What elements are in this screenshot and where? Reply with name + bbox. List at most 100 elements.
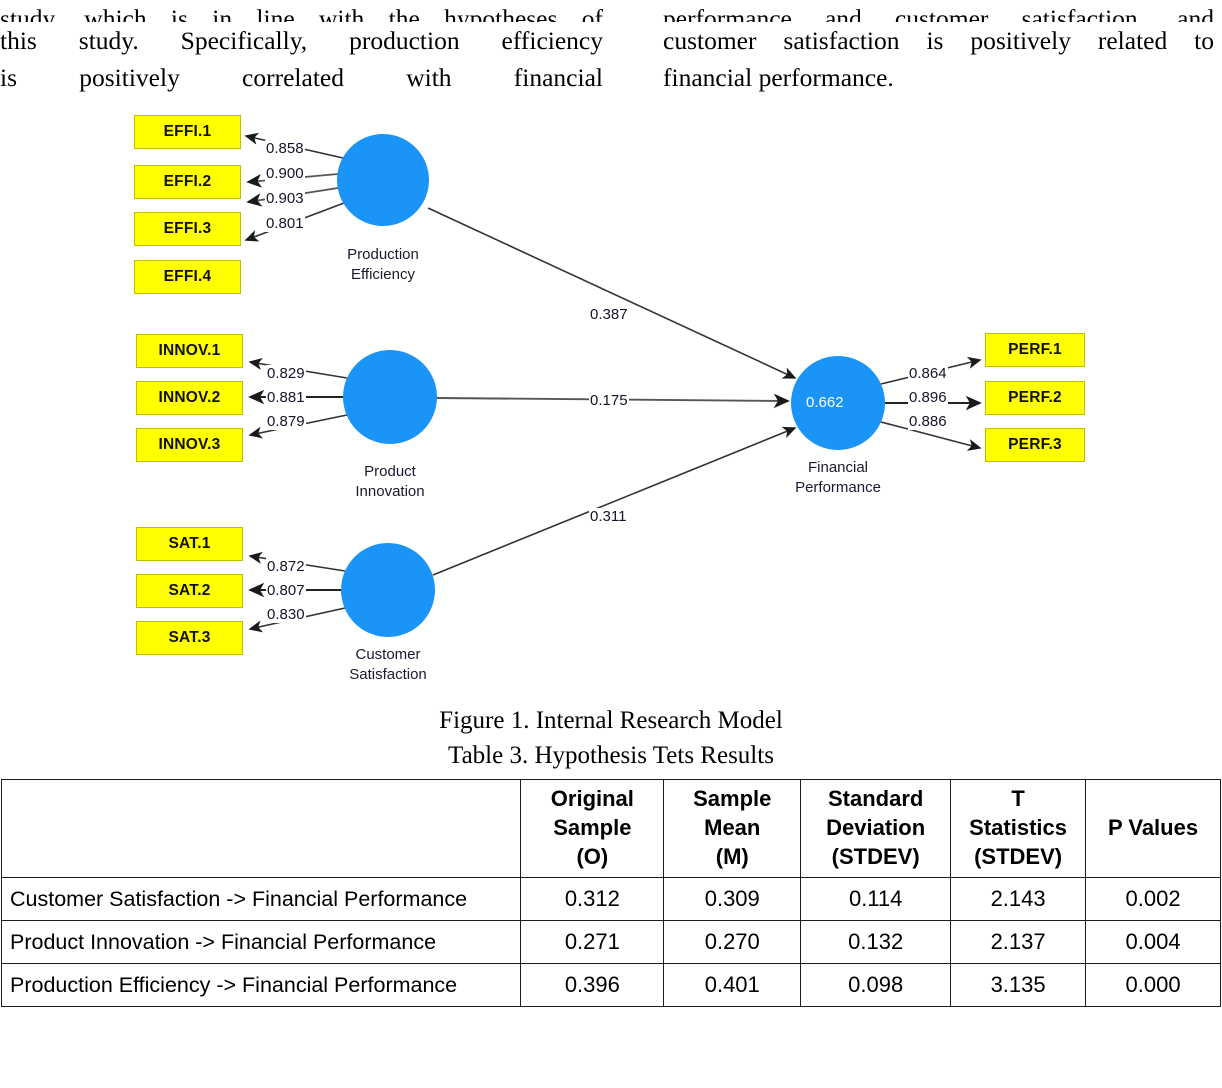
outer-loading-innov-1: 0.829 — [266, 365, 306, 382]
indicator-box-effi-3[interactable]: EFFI.3 — [134, 212, 241, 246]
latent-label-line-1: Customer — [355, 646, 421, 663]
header-cell-t-statistics: T Statistics (STDEV) — [950, 779, 1087, 878]
latent-label-line-2: Efficiency — [351, 266, 415, 283]
header-line-1: T — [1011, 786, 1025, 811]
outer-loading-effi-1: 0.858 — [265, 140, 305, 157]
cell-sample-mean: 0.270 — [663, 920, 802, 964]
latent-label-production-efficiency: Production Efficiency — [293, 245, 473, 285]
header-line-3: (M) — [715, 844, 749, 869]
indicator-box-effi-2[interactable]: EFFI.2 — [134, 165, 241, 199]
latent-circle-production-efficiency[interactable] — [337, 134, 429, 226]
article-body-text: study, which is in line with the hypothe… — [0, 0, 1222, 118]
outer-loading-perf-1: 0.864 — [908, 365, 948, 382]
latent-label-line-2: Performance — [795, 479, 881, 496]
indicator-box-sat-3[interactable]: SAT.3 — [136, 621, 243, 655]
header-line-2: Sample — [553, 815, 632, 840]
cell-t-statistics: 2.143 — [950, 877, 1087, 921]
cell-sample-mean: 0.401 — [663, 963, 802, 1007]
r-squared-financial-performance: 0.662 — [806, 394, 844, 411]
outer-loading-sat-1: 0.872 — [266, 558, 306, 575]
left-text-line-2: this study. Specifically, production eff… — [0, 26, 603, 55]
table-body: Customer Satisfaction -> Financial Perfo… — [0, 877, 1221, 1007]
table-row: Customer Satisfaction -> Financial Perfo… — [0, 877, 1221, 921]
header-cell-original-sample: Original Sample (O) — [520, 779, 665, 878]
cell-standard-deviation: 0.098 — [800, 963, 952, 1007]
cell-standard-deviation: 0.114 — [800, 877, 952, 921]
header-cell-sample-mean: Sample Mean (M) — [663, 779, 802, 878]
indicator-box-sat-2[interactable]: SAT.2 — [136, 574, 243, 608]
indicator-box-perf-3[interactable]: PERF.3 — [985, 428, 1085, 462]
outer-loading-effi-4: 0.801 — [265, 215, 305, 232]
pls-sem-path-diagram: 0.662 EFFI.1 EFFI.2 EFFI.3 EFFI.4 0.858 … — [0, 110, 1222, 710]
outer-loading-perf-3: 0.886 — [908, 413, 948, 430]
cell-t-statistics: 3.135 — [950, 963, 1087, 1007]
cell-standard-deviation: 0.132 — [800, 920, 952, 964]
outer-loading-innov-2: 0.881 — [266, 389, 306, 406]
indicator-box-perf-2[interactable]: PERF.2 — [985, 381, 1085, 415]
latent-label-line-1: Product — [364, 463, 416, 480]
cell-original-sample: 0.396 — [520, 963, 665, 1007]
right-text-column: performance and customer satisfaction, a… — [611, 0, 1222, 118]
table-header-row: Original Sample (O) Sample Mean (M) Stan… — [0, 779, 1221, 878]
cell-p-values: 0.000 — [1085, 963, 1221, 1007]
table-caption: Table 3. Hypothesis Tets Results — [448, 742, 774, 769]
cell-path: Product Innovation -> Financial Performa… — [0, 920, 522, 964]
header-line-3: (STDEV) — [831, 844, 920, 869]
indicator-box-innov-1[interactable]: INNOV.1 — [136, 334, 243, 368]
header-line-1: Sample — [693, 786, 772, 811]
indicator-box-innov-3[interactable]: INNOV.3 — [136, 428, 243, 462]
path-coefficient-innovation-to-performance: 0.175 — [589, 392, 629, 409]
latent-label-line-2: Satisfaction — [349, 666, 427, 683]
header-line-2: Deviation — [826, 815, 926, 840]
header-cell-path — [0, 779, 522, 878]
indicator-box-perf-1[interactable]: PERF.1 — [985, 333, 1085, 367]
right-text-line-3: financial performance. — [663, 63, 894, 92]
header-line-2: Statistics — [969, 815, 1067, 840]
left-text-line-1: study, which is in line with the hypothe… — [0, 4, 603, 22]
outer-loading-sat-3: 0.830 — [266, 606, 306, 623]
right-text-line-2: customer satisfaction is positively rela… — [663, 26, 1214, 55]
header-line-1: Standard — [827, 786, 924, 811]
path-coefficient-satisfaction-to-performance: 0.311 — [589, 508, 628, 525]
table-header: Original Sample (O) Sample Mean (M) Stan… — [0, 779, 1221, 878]
outer-loading-effi-3: 0.903 — [265, 190, 305, 207]
latent-circle-product-innovation[interactable] — [343, 350, 437, 444]
latent-label-line-1: Financial — [807, 459, 869, 476]
left-text-line-3: is positively correlated with financial — [0, 63, 603, 92]
outer-loading-sat-2: 0.807 — [266, 582, 306, 599]
indicator-box-effi-1[interactable]: EFFI.1 — [134, 115, 241, 149]
cell-t-statistics: 2.137 — [950, 920, 1087, 964]
right-text-line-1: performance and customer satisfaction, a… — [663, 4, 1214, 22]
latent-label-line-1: Production — [347, 246, 419, 263]
header-line-2: P Values — [1107, 815, 1199, 840]
left-text-column: study, which is in line with the hypothe… — [0, 0, 611, 118]
outer-loading-effi-2: 0.900 — [265, 165, 305, 182]
cell-p-values: 0.002 — [1085, 877, 1221, 921]
cell-sample-mean: 0.309 — [663, 877, 802, 921]
header-line-3: (O) — [576, 844, 609, 869]
outer-loading-innov-3: 0.879 — [266, 413, 306, 430]
table-row: Product Innovation -> Financial Performa… — [0, 920, 1221, 964]
cell-original-sample: 0.312 — [520, 877, 665, 921]
header-cell-standard-deviation: Standard Deviation (STDEV) — [800, 779, 952, 878]
indicator-box-innov-2[interactable]: INNOV.2 — [136, 381, 243, 415]
header-line-3: (STDEV) — [974, 844, 1063, 869]
outer-loading-perf-2: 0.896 — [908, 389, 948, 406]
header-line-2: Mean — [704, 815, 761, 840]
cell-p-values: 0.004 — [1085, 920, 1221, 964]
latent-label-line-2: Innovation — [355, 483, 425, 500]
latent-label-product-innovation: Product Innovation — [300, 462, 480, 502]
latent-circle-customer-satisfaction[interactable] — [341, 543, 435, 637]
cell-path: Production Efficiency -> Financial Perfo… — [0, 963, 522, 1007]
indicator-box-sat-1[interactable]: SAT.1 — [136, 527, 243, 561]
header-cell-p-values: P Values — [1085, 779, 1221, 878]
figure-caption: Figure 1. Internal Research Model — [439, 707, 783, 734]
path-coefficient-efficiency-to-performance: 0.387 — [589, 306, 629, 323]
latent-label-financial-performance: Financial Performance — [748, 458, 928, 498]
table-row: Production Efficiency -> Financial Perfo… — [0, 963, 1221, 1007]
hypothesis-test-results-table: Original Sample (O) Sample Mean (M) Stan… — [0, 779, 1221, 1007]
latent-label-customer-satisfaction: Customer Satisfaction — [298, 645, 478, 685]
indicator-box-effi-4[interactable]: EFFI.4 — [134, 260, 241, 294]
cell-original-sample: 0.271 — [520, 920, 665, 964]
cell-path: Customer Satisfaction -> Financial Perfo… — [0, 877, 522, 921]
